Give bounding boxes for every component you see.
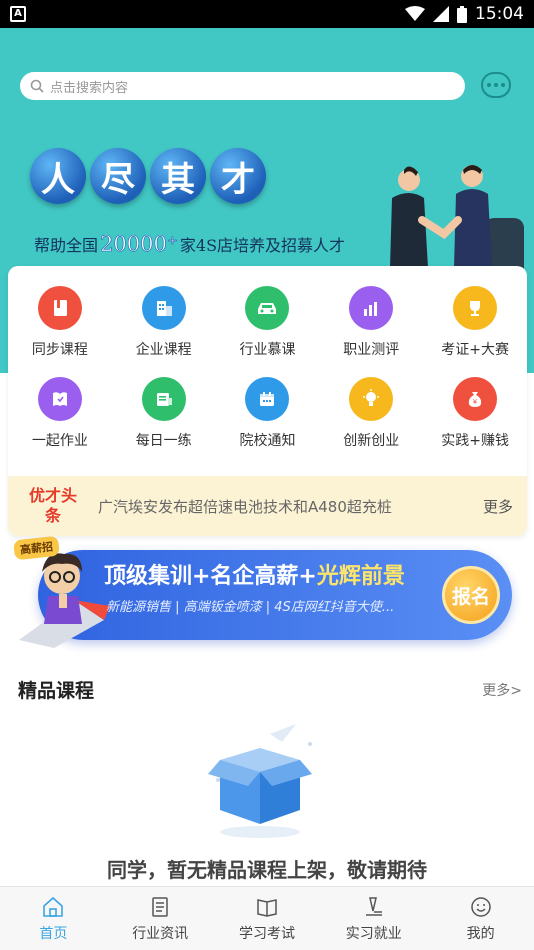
slogan-char: 才: [210, 148, 266, 204]
grid-label: 企业课程: [135, 342, 192, 358]
tab-label: 实习就业: [345, 925, 402, 942]
status-bar: A 15:04: [0, 0, 534, 28]
grid-item-industry-mooc[interactable]: 行业慕课: [216, 286, 320, 359]
tab-mine[interactable]: 我的: [427, 887, 534, 950]
search-placeholder: 点击搜索内容: [50, 80, 129, 96]
section-title: 精品课程: [18, 680, 95, 702]
pen-icon: [365, 896, 382, 916]
promo-title-part1: 顶级集训+名企高薪+: [104, 564, 317, 589]
grid-label: 行业慕课: [239, 342, 296, 358]
chart-icon: [349, 286, 394, 330]
slogan-sub-suffix: 家4S店培养及招募人才: [179, 236, 346, 255]
home-icon: [43, 896, 64, 917]
battery-icon: [457, 5, 467, 23]
signal-icon: [433, 6, 449, 22]
calendar-icon: [245, 377, 290, 421]
section-header: 精品课程 更多>: [18, 676, 522, 703]
notification-icon: A: [10, 6, 26, 22]
news-headline[interactable]: 广汽埃安发布超倍速电池技术和A480超充桩: [98, 496, 483, 517]
promo-banner[interactable]: 高薪招 顶级集训+名企高薪+光辉前景 新能源销售 | 高端钣金喷漆 | 4S店网…: [13, 535, 514, 650]
trophy-icon: [453, 286, 498, 330]
grid-item-practice-earn[interactable]: ¥ 实践+赚钱: [423, 377, 527, 450]
news-icon: [152, 896, 168, 917]
grid-label: 考证+大赛: [441, 342, 509, 358]
grid-item-certificate-contest[interactable]: 考证+大赛: [423, 286, 527, 359]
grid-item-school-notice[interactable]: 院校通知: [216, 377, 320, 450]
building-icon: [141, 286, 186, 330]
message-button[interactable]: [481, 72, 511, 98]
slogan-char: 尽: [90, 148, 146, 204]
tab-internship[interactable]: 实习就业: [320, 887, 427, 950]
grid-item-daily-practice[interactable]: 每日一练: [112, 377, 216, 450]
grid-label: 院校通知: [239, 433, 296, 449]
homework-icon: [37, 377, 82, 421]
open-book-icon: [257, 898, 277, 917]
slogan-sub-number: 20000⁺: [100, 232, 178, 257]
dot: [501, 83, 505, 87]
smile-icon: [470, 896, 491, 917]
lightbulb-icon: [349, 377, 394, 421]
slogan-char: 人: [30, 148, 86, 204]
tab-home[interactable]: 首页: [0, 887, 107, 950]
empty-box-illustration: [208, 724, 312, 838]
grid-label: 职业测评: [343, 342, 400, 358]
empty-message: 同学，暂无精品课程上架，敬请期待: [107, 858, 427, 882]
news-tag: 优才头 条: [8, 486, 98, 526]
grid-label: 每日一练: [135, 433, 192, 449]
practice-icon: [141, 377, 186, 421]
news-ticker[interactable]: 优才头 条 广汽埃安发布超倍速电池技术和A480超充桩 更多: [8, 476, 527, 536]
bottom-tab-bar: 首页 行业资讯 学习考试 实习就业 我的: [0, 886, 534, 950]
grid-label: 一起作业: [31, 433, 88, 449]
tab-industry-news[interactable]: 行业资讯: [107, 887, 214, 950]
book-icon: [37, 286, 82, 330]
dot: [494, 83, 498, 87]
search-icon: [30, 79, 44, 93]
slogan-char: 其: [150, 148, 206, 204]
grid-item-innovation[interactable]: 创新创业: [319, 377, 423, 450]
news-tag-line: 条: [44, 506, 61, 525]
news-tag-line: 优才头: [28, 486, 77, 505]
feature-grid: 同步课程 企业课程 行业慕课 职业测评 考证+大赛 一起作业 每日一练 院校通知…: [8, 286, 527, 450]
grid-label: 创新创业: [343, 433, 400, 449]
slogan-subtitle: 帮助全国 20000⁺ 家4S店培养及招募人才: [34, 232, 346, 257]
promo-title: 顶级集训+名企高薪+光辉前景: [104, 558, 405, 590]
tab-label: 首页: [39, 925, 68, 942]
grid-label: 实践+赚钱: [441, 433, 509, 449]
tab-study-exam[interactable]: 学习考试: [214, 887, 321, 950]
grid-item-sync-course[interactable]: 同步课程: [8, 286, 112, 359]
grid-item-enterprise-course[interactable]: 企业课程: [112, 286, 216, 359]
signup-button[interactable]: 报名: [442, 566, 500, 624]
status-time: 15:04: [475, 4, 524, 24]
car-icon: [245, 286, 290, 330]
slogan-sub-prefix: 帮助全国: [34, 236, 99, 255]
tab-label: 行业资讯: [132, 925, 189, 942]
tab-label: 学习考试: [238, 925, 295, 942]
money-bag-icon: ¥: [453, 377, 498, 421]
section-more-link[interactable]: 更多>: [482, 680, 522, 700]
promo-subtitle: 新能源销售 | 高端钣金喷漆 | 4S店网红抖音大使...: [106, 600, 395, 615]
svg-text:¥: ¥: [473, 398, 478, 406]
slogan: 人 尽 其 才: [30, 148, 266, 204]
tab-label: 我的: [466, 925, 495, 942]
wifi-icon: [405, 6, 425, 21]
grid-item-homework[interactable]: 一起作业: [8, 377, 112, 450]
dot: [487, 83, 491, 87]
grid-label: 同步课程: [31, 342, 88, 358]
news-more-link[interactable]: 更多: [483, 496, 527, 517]
search-input[interactable]: 点击搜索内容: [20, 72, 465, 100]
grid-item-career-assessment[interactable]: 职业测评: [319, 286, 423, 359]
promo-title-highlight: 光辉前景: [316, 564, 405, 589]
